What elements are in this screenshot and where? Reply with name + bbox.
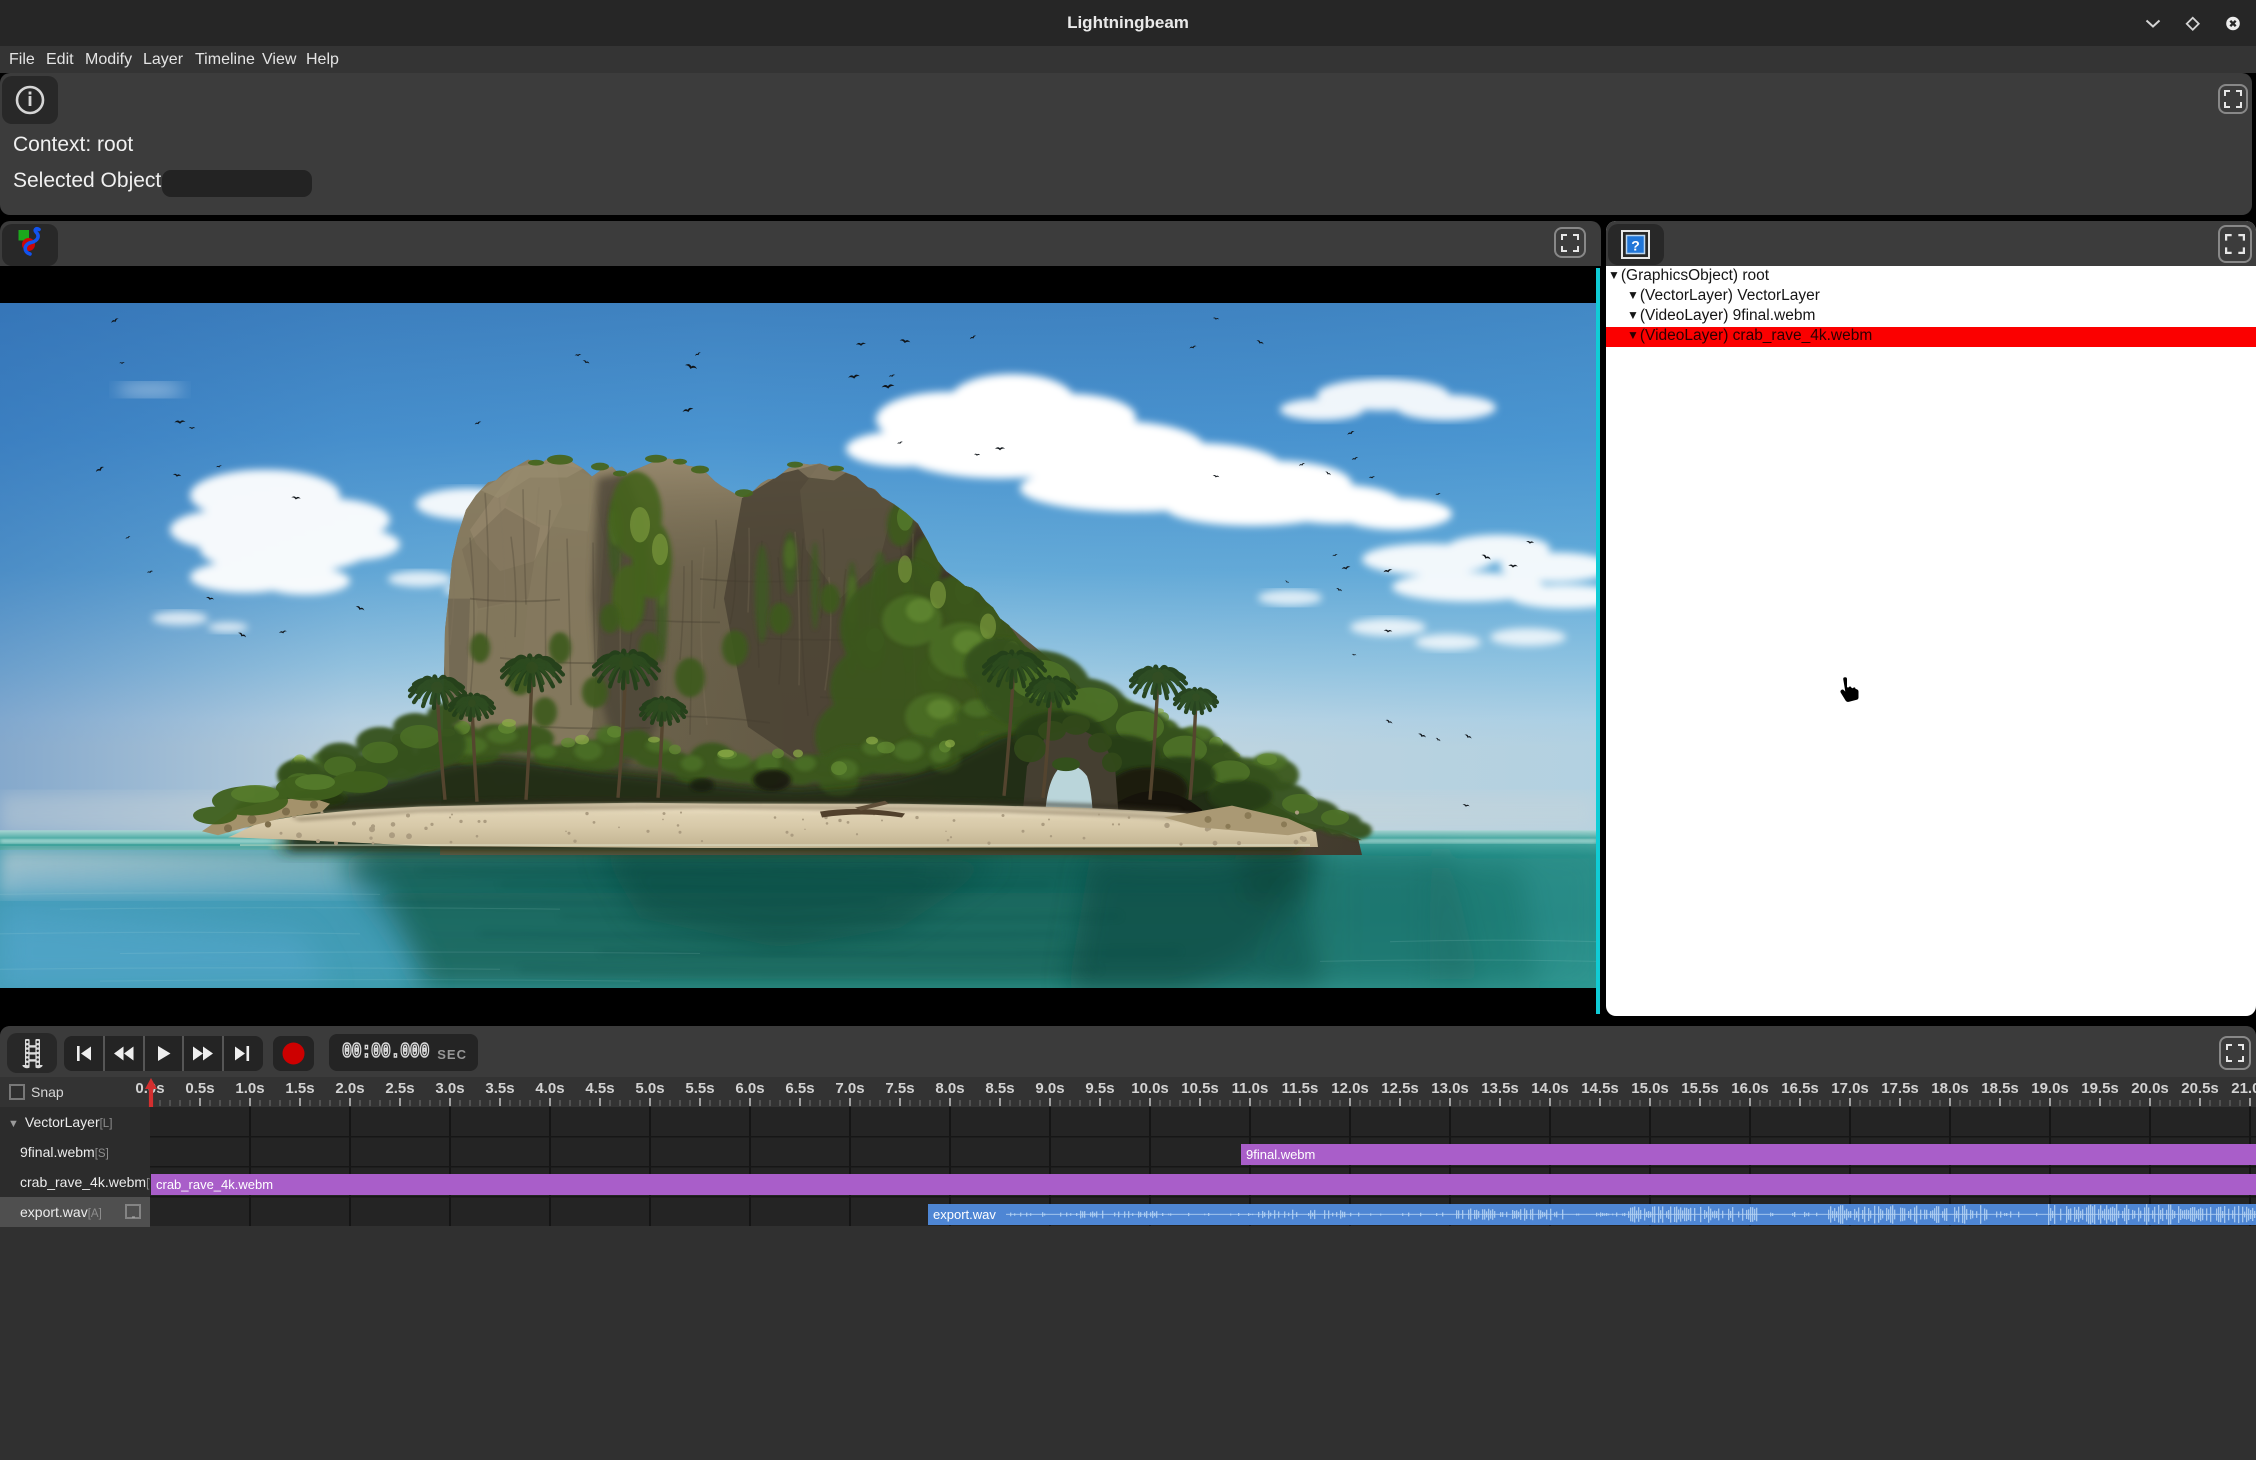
svg-text:?: ? — [1631, 238, 1640, 254]
